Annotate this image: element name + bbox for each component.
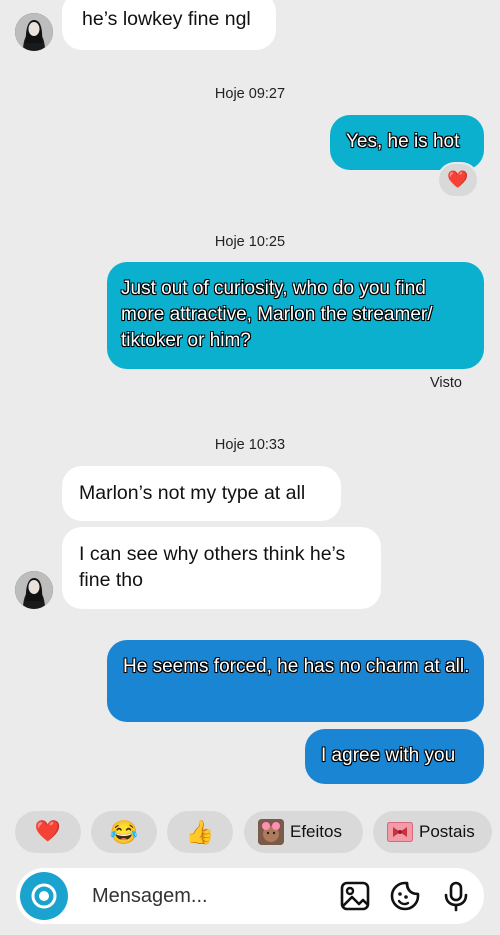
- heart-reaction-icon: ❤️: [447, 170, 469, 189]
- message-text: Yes, he is hot: [346, 131, 460, 152]
- camera-button[interactable]: [20, 872, 68, 920]
- timestamp: Hoje 10:25: [214, 234, 286, 250]
- microphone-icon[interactable]: [440, 880, 472, 912]
- message-text: I can see why others think he’s fine tho: [79, 543, 346, 591]
- incoming-message[interactable]: I can see why others think he’s fine tho: [62, 527, 381, 609]
- quick-heart-button[interactable]: ❤️: [15, 811, 81, 853]
- message-composer: Mensagem...: [16, 868, 484, 924]
- camera-icon: [31, 883, 57, 909]
- contact-avatar[interactable]: [15, 13, 53, 51]
- message-text: he’s lowkey fine ngl: [82, 8, 251, 30]
- laughing-emoji-icon: 😂: [109, 818, 139, 845]
- incoming-message[interactable]: he’s lowkey fine ngl: [62, 0, 276, 50]
- timestamp: Hoje 09:27: [214, 86, 286, 102]
- postcards-label: Postais: [419, 822, 475, 841]
- effects-label: Efeitos: [290, 822, 342, 841]
- message-text: Marlon’s not my type at all: [79, 482, 306, 504]
- message-text: I agree with you: [321, 745, 456, 766]
- seen-status: Visto: [430, 375, 462, 391]
- sticker-icon[interactable]: [389, 880, 421, 912]
- thumbs-up-icon: 👍: [185, 818, 215, 845]
- timestamp: Hoje 10:33: [214, 437, 286, 453]
- quick-thumbs-up-button[interactable]: 👍: [167, 811, 233, 853]
- outgoing-message[interactable]: Just out of curiosity, who do you find m…: [107, 262, 484, 369]
- effects-button[interactable]: Efeitos: [244, 811, 363, 853]
- postcards-button[interactable]: Postais: [373, 811, 492, 853]
- message-text: He seems forced, he has no charm at all.: [123, 656, 470, 677]
- effects-face-icon: [258, 819, 284, 845]
- outgoing-message[interactable]: He seems forced, he has no charm at all.: [107, 640, 484, 722]
- contact-avatar[interactable]: [15, 571, 53, 609]
- gallery-icon[interactable]: [339, 880, 371, 912]
- heart-icon: ❤️: [34, 820, 62, 843]
- outgoing-message[interactable]: I agree with you: [305, 729, 484, 784]
- message-text: Just out of curiosity, who do you find m…: [121, 278, 433, 351]
- message-reaction[interactable]: ❤️: [437, 162, 479, 198]
- postcard-icon: [387, 822, 413, 842]
- message-input[interactable]: Mensagem...: [92, 868, 208, 924]
- quick-laugh-button[interactable]: 😂: [91, 811, 157, 853]
- incoming-message[interactable]: Marlon’s not my type at all: [62, 466, 341, 521]
